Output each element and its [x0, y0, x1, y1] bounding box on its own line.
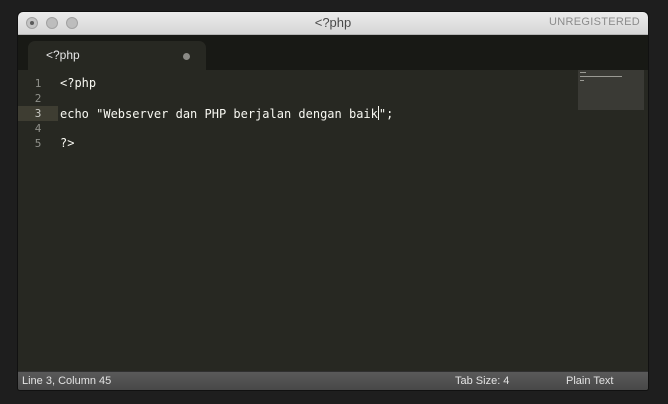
- line-number-gutter: 1 2 3 4 5: [18, 70, 58, 371]
- code-line-active[interactable]: echo "Webserver dan PHP berjalan dengan …: [60, 106, 393, 121]
- code-editor[interactable]: 1 2 3 4 5 <?php echo "Webserver dan PHP …: [18, 70, 648, 371]
- line-number: 2: [34, 92, 42, 105]
- code-line[interactable]: ?>: [60, 136, 74, 151]
- minimap[interactable]: [578, 70, 644, 110]
- line-number: 1: [34, 77, 42, 90]
- cursor-position: Line 3, Column 45: [22, 375, 112, 387]
- code-text-after-cursor: ";: [378, 107, 394, 121]
- title-bar[interactable]: <?php UNREGISTERED: [18, 12, 648, 35]
- syntax-selector[interactable]: Plain Text: [566, 375, 614, 387]
- line-number-active: 3: [18, 106, 58, 121]
- editor-window: <?php UNREGISTERED <?php 1 2 3 4 5 <?php…: [18, 12, 648, 390]
- tab-size-selector[interactable]: Tab Size: 4: [455, 375, 509, 387]
- license-status: UNREGISTERED: [549, 16, 640, 28]
- unsaved-dot-icon[interactable]: [183, 53, 190, 60]
- line-number: 5: [34, 137, 42, 150]
- tab-label: <?php: [46, 48, 80, 62]
- tab-php-file[interactable]: <?php: [28, 41, 206, 70]
- code-text-before-cursor: echo "Webserver dan PHP berjalan dengan …: [60, 107, 378, 121]
- tab-bar: <?php: [18, 35, 648, 70]
- minimap-line: [580, 80, 584, 81]
- minimap-line: [580, 76, 622, 77]
- status-bar: Line 3, Column 45 Tab Size: 4 Plain Text: [18, 371, 648, 390]
- minimap-line: [580, 72, 586, 73]
- code-line[interactable]: <?php: [60, 76, 96, 91]
- line-number: 4: [34, 122, 42, 135]
